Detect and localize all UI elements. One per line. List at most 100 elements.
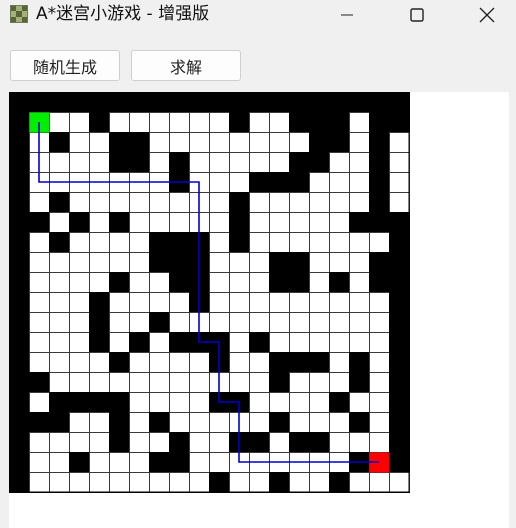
maze-open-cell	[29, 472, 50, 493]
maze-open-cell	[369, 232, 390, 253]
maze-open-cell	[29, 452, 50, 473]
maximize-button[interactable]	[394, 0, 440, 30]
maze-wall-cell	[229, 492, 250, 493]
maze-open-cell	[349, 252, 370, 273]
maze-open-cell	[69, 332, 90, 353]
maze-wall-cell	[109, 392, 130, 413]
maze-wall-cell	[289, 112, 310, 133]
maze-wall-cell	[369, 252, 390, 273]
maze-open-cell	[89, 252, 110, 273]
maze-wall-cell	[389, 392, 410, 413]
maze-open-cell	[289, 392, 310, 413]
maze-wall-cell	[169, 332, 190, 353]
maze-open-cell	[229, 292, 250, 313]
maze-wall-cell	[169, 232, 190, 253]
maze-open-cell	[49, 472, 70, 493]
maze-open-cell	[229, 372, 250, 393]
maze-wall-cell	[9, 452, 30, 473]
maze-wall-cell	[309, 132, 330, 153]
maze-open-cell	[149, 352, 170, 373]
maze-open-cell	[69, 352, 90, 373]
maze-open-cell	[129, 112, 150, 133]
maze-open-cell	[349, 332, 370, 353]
maze-open-cell	[149, 112, 170, 133]
maze-open-cell	[149, 472, 170, 493]
maze-wall-cell	[309, 352, 330, 373]
maze-open-cell	[289, 312, 310, 333]
maze-open-cell	[189, 392, 210, 413]
maze-open-cell	[349, 172, 370, 193]
maze-wall-cell	[9, 92, 30, 113]
maze-wall-cell	[149, 492, 170, 493]
maze-wall-cell	[349, 372, 370, 393]
maze-open-cell	[349, 432, 370, 453]
random-generate-button[interactable]: 随机生成	[10, 50, 120, 81]
maze-wall-cell	[149, 452, 170, 473]
maze-open-cell	[169, 312, 190, 333]
maze-open-cell	[49, 432, 70, 453]
maze-open-cell	[129, 312, 150, 333]
maze-wall-cell	[189, 492, 210, 493]
maze-open-cell	[249, 372, 270, 393]
maze-wall-cell	[169, 432, 190, 453]
maze-wall-cell	[169, 452, 190, 473]
maze-open-cell	[49, 292, 70, 313]
maze-wall-cell	[9, 392, 30, 413]
maze-open-cell	[169, 372, 190, 393]
maze-wall-cell	[229, 192, 250, 213]
maze-open-cell	[329, 412, 350, 433]
maze-open-cell	[89, 352, 110, 373]
maze-open-cell	[109, 472, 130, 493]
maze-wall-cell	[189, 92, 210, 113]
maze-open-cell	[129, 372, 150, 393]
close-icon	[479, 7, 495, 23]
maze-open-cell	[269, 292, 290, 313]
maze-wall-cell	[9, 272, 30, 293]
maze-wall-cell	[9, 312, 30, 333]
maze-open-cell	[369, 472, 390, 493]
maze-wall-cell	[9, 332, 30, 353]
maze-wall-cell	[289, 432, 310, 453]
minimize-button[interactable]	[324, 0, 370, 30]
maze-wall-cell	[349, 492, 370, 493]
maze-wall-cell	[89, 112, 110, 133]
maze-open-cell	[89, 432, 110, 453]
solve-button[interactable]: 求解	[131, 50, 241, 81]
maze-open-cell	[49, 212, 70, 233]
maze-open-cell	[289, 132, 310, 153]
maze-wall-cell	[289, 492, 310, 493]
maze-wall-cell	[49, 132, 70, 153]
maze-wall-cell	[109, 152, 130, 173]
maze-open-cell	[209, 292, 230, 313]
maze-open-cell	[289, 332, 310, 353]
maze-open-cell	[209, 252, 230, 273]
maze-open-cell	[129, 272, 150, 293]
maze-open-cell	[249, 352, 270, 373]
maze-open-cell	[129, 232, 150, 253]
maze-wall-cell	[89, 292, 110, 313]
maze-wall-cell	[9, 352, 30, 373]
maze-open-cell	[129, 412, 150, 433]
maze-open-cell	[329, 332, 350, 353]
maze-open-cell	[129, 252, 150, 273]
maze-open-cell	[129, 432, 150, 453]
close-button[interactable]	[464, 0, 510, 30]
maze-open-cell	[89, 472, 110, 493]
maze-wall-cell	[9, 492, 30, 493]
maze-open-cell	[149, 332, 170, 353]
maze-open-cell	[349, 272, 370, 293]
maze-open-cell	[189, 472, 210, 493]
maze-wall-cell	[9, 372, 30, 393]
maze-open-cell	[229, 172, 250, 193]
maze-open-cell	[169, 212, 190, 233]
maze-open-cell	[169, 192, 190, 213]
maze-open-cell	[209, 432, 230, 453]
maze-wall-cell	[9, 132, 30, 153]
maze-wall-cell	[149, 252, 170, 273]
maze-wall-cell	[129, 132, 150, 153]
maze-wall-cell	[229, 112, 250, 133]
maze-open-cell	[29, 432, 50, 453]
maze-open-cell	[129, 472, 150, 493]
maze-wall-cell	[49, 232, 70, 253]
maze-canvas[interactable]	[9, 92, 410, 493]
